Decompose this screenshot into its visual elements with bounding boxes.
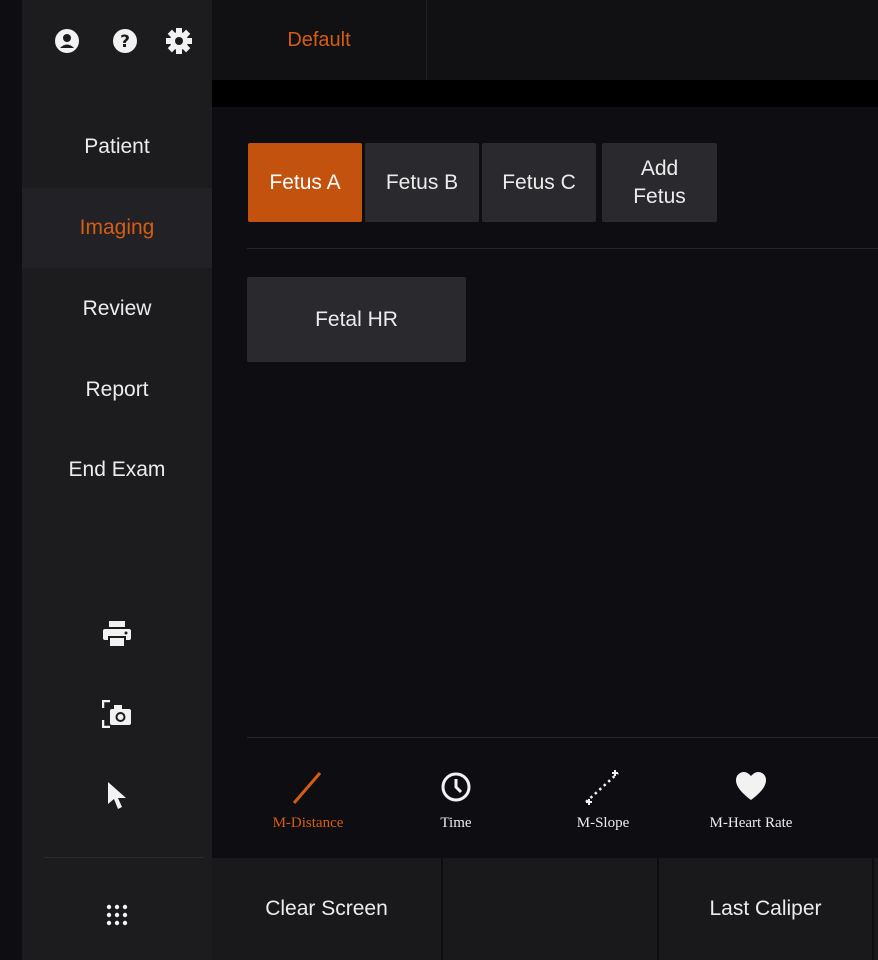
m-heart-rate-label: M-Heart Rate xyxy=(709,815,793,831)
time-label: Time xyxy=(440,815,472,831)
clock-icon xyxy=(386,769,526,805)
nav-end-exam[interactable]: End Exam xyxy=(22,430,212,510)
nav-patient[interactable]: Patient xyxy=(22,107,212,187)
nav-report-label: Report xyxy=(85,378,149,401)
clear-screen-label: Clear Screen xyxy=(265,897,388,920)
ultrasound-app: ? Patient Imaging Review Report End Exam… xyxy=(0,0,878,960)
m-slope-label: M-Slope xyxy=(576,815,630,831)
caliper-divider xyxy=(247,737,878,738)
screenshot-camera-icon[interactable] xyxy=(97,694,137,734)
top-bar: Default xyxy=(212,0,878,80)
m-heart-rate-tool[interactable]: M-Heart Rate xyxy=(681,765,821,840)
nav-imaging-label: Imaging xyxy=(79,216,155,239)
last-caliper-label: Last Caliper xyxy=(709,897,822,920)
sidebar-divider xyxy=(44,857,204,858)
nav-report[interactable]: Report xyxy=(22,350,212,430)
bottom-separator xyxy=(441,858,443,960)
bottom-separator xyxy=(872,858,874,960)
tab-fetus-b-label: Fetus B xyxy=(385,170,459,194)
fetal-hr-button[interactable]: Fetal HR xyxy=(247,277,466,362)
tabs-divider xyxy=(247,248,878,249)
heart-icon xyxy=(681,769,821,805)
print-icon[interactable] xyxy=(97,614,137,654)
help-icon[interactable]: ? xyxy=(110,26,140,56)
last-caliper-button[interactable]: Last Caliper xyxy=(659,858,872,960)
bottom-bar: Clear Screen Last Caliper xyxy=(212,858,878,960)
preset-label: Default xyxy=(287,28,351,51)
nav-review[interactable]: Review xyxy=(22,269,212,349)
clear-screen-button[interactable]: Clear Screen xyxy=(212,858,441,960)
m-distance-label: M-Distance xyxy=(272,815,344,831)
nav-end-exam-label: End Exam xyxy=(68,458,166,481)
sidebar: ? Patient Imaging Review Report End Exam xyxy=(22,0,212,960)
top-bar-strip xyxy=(212,80,878,107)
tab-fetus-a-label: Fetus A xyxy=(269,170,341,194)
nav-imaging[interactable]: Imaging xyxy=(22,188,212,268)
time-tool[interactable]: Time xyxy=(386,765,526,840)
apps-grid-icon[interactable] xyxy=(97,895,137,935)
pointer-arrow-icon[interactable] xyxy=(97,776,137,816)
user-icon[interactable] xyxy=(52,26,82,56)
m-slope-tool[interactable]: M-Slope xyxy=(533,765,673,840)
sidebar-top-icons: ? xyxy=(22,0,212,84)
m-distance-tool[interactable]: M-Distance xyxy=(238,765,378,840)
fetal-hr-label: Fetal HR xyxy=(315,307,398,331)
tab-fetus-c-label: Fetus C xyxy=(502,170,576,194)
add-fetus-button[interactable]: Add Fetus xyxy=(602,143,717,222)
svg-text:?: ? xyxy=(120,32,130,52)
nav-patient-label: Patient xyxy=(84,135,150,158)
preset-tab-default[interactable]: Default xyxy=(212,0,427,80)
dotted-slope-icon xyxy=(533,769,673,805)
tab-fetus-b[interactable]: Fetus B xyxy=(365,143,479,222)
add-fetus-label: Add Fetus xyxy=(633,157,686,208)
settings-gear-icon[interactable] xyxy=(164,26,194,56)
nav-review-label: Review xyxy=(82,297,152,320)
tab-fetus-c[interactable]: Fetus C xyxy=(482,143,596,222)
line-icon xyxy=(238,769,378,805)
tab-fetus-a[interactable]: Fetus A xyxy=(248,143,362,222)
